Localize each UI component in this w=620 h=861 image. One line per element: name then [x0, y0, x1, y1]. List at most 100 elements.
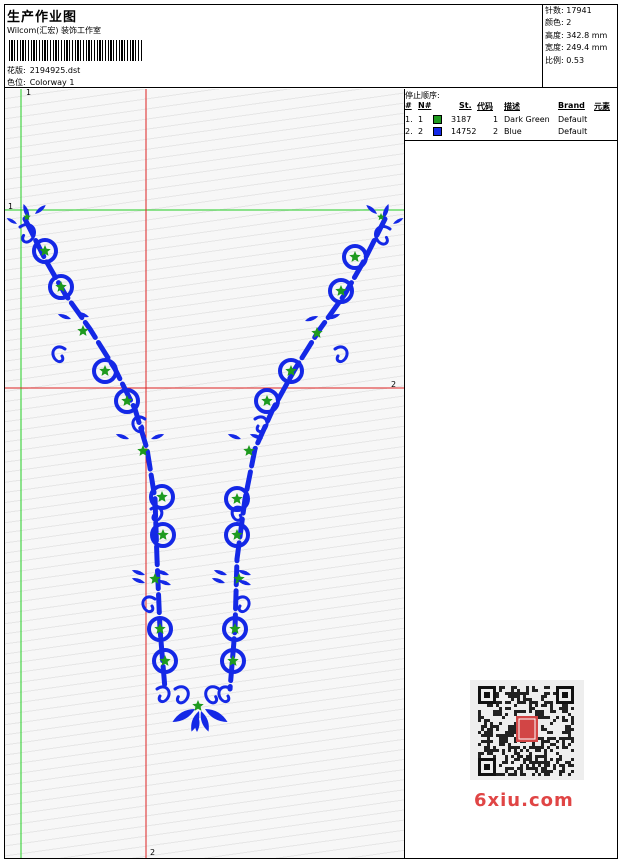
qr-module: [529, 707, 532, 710]
qr-module: [544, 764, 547, 767]
qr-module: [484, 746, 487, 749]
row-stitches: 14752: [451, 127, 477, 136]
qr-module: [508, 692, 511, 695]
qr-module: [502, 743, 505, 746]
qr-module: [511, 761, 514, 764]
qr-module: [553, 743, 556, 746]
qr-module: [499, 686, 502, 689]
qr-module: [508, 746, 511, 749]
qr-module: [529, 761, 532, 764]
qr-module: [541, 704, 544, 707]
qr-module: [562, 710, 565, 713]
qr-module: [535, 755, 538, 758]
curl-motif: [204, 685, 221, 705]
qr-module: [565, 719, 568, 722]
qr-module: [526, 755, 529, 758]
qr-module: [535, 689, 538, 692]
qr-module: [538, 773, 541, 776]
qr-module: [490, 734, 493, 737]
qr-module: [529, 746, 532, 749]
qr-module: [553, 719, 556, 722]
qr-module: [541, 695, 544, 698]
qr-module: [556, 746, 559, 749]
qr-module: [565, 761, 568, 764]
qr-module: [538, 749, 541, 752]
qr-module: [535, 758, 538, 761]
qr-module: [484, 740, 487, 743]
qr-module: [541, 767, 544, 770]
qr-module: [544, 773, 547, 776]
color-swatch: [433, 127, 442, 136]
qr-module: [517, 695, 520, 698]
qr-module: [541, 713, 544, 716]
qr-module: [493, 710, 496, 713]
qr-module: [517, 758, 520, 761]
qr-module: [532, 701, 535, 704]
qr-module: [541, 716, 544, 719]
qr-module: [499, 713, 502, 716]
design-file-value: 2194925.dst: [29, 66, 81, 75]
qr-module: [547, 764, 550, 767]
qr-module: [562, 770, 565, 773]
embroidery-arm-left: [6, 203, 178, 704]
watermark-text: 6xiu.com: [474, 790, 574, 811]
qr-module: [496, 692, 499, 695]
qr-module: [547, 773, 550, 776]
qr-module: [535, 761, 538, 764]
qr-module: [544, 749, 547, 752]
qr-module: [544, 761, 547, 764]
qr-module: [532, 746, 535, 749]
qr-module: [493, 746, 496, 749]
qr-module: [571, 722, 574, 725]
qr-module: [514, 749, 517, 752]
flower-motif: [99, 365, 111, 376]
qr-module: [541, 737, 544, 740]
qr-module: [505, 737, 508, 740]
qr-module: [526, 692, 529, 695]
leaf-motif: [131, 577, 145, 584]
qr-module: [511, 767, 514, 770]
qr-module: [481, 752, 484, 755]
qr-module: [517, 698, 520, 701]
qr-module: [502, 740, 505, 743]
curl-motif: [173, 685, 190, 705]
qr-module: [532, 707, 535, 710]
qr-module: [508, 767, 511, 770]
flower-motif: [231, 493, 243, 504]
qr-module: [511, 755, 514, 758]
qr-module: [565, 725, 568, 728]
qr-module: [565, 737, 568, 740]
qr-module: [523, 710, 526, 713]
qr-module: [505, 701, 508, 704]
qr-module: [523, 698, 526, 701]
row-brand: Default: [558, 115, 588, 124]
qr-module: [499, 737, 502, 740]
qr-module: [496, 713, 499, 716]
qr-module: [562, 731, 565, 734]
stat-value: 2: [566, 18, 572, 28]
qr-module: [544, 701, 547, 704]
qr-module: [517, 701, 520, 704]
qr-module: [568, 728, 571, 731]
stat-value: 17941: [566, 6, 592, 15]
qr-module: [547, 740, 550, 743]
qr-module: [541, 728, 544, 731]
qr-module: [520, 767, 523, 770]
qr-module: [490, 728, 493, 731]
flower-motif: [261, 395, 273, 406]
qr-module: [499, 734, 502, 737]
design-canvas[interactable]: 1 1 2 2: [5, 89, 405, 858]
qr-module: [505, 713, 508, 716]
qr-module: [538, 761, 541, 764]
qr-module: [541, 698, 544, 701]
qr-module: [502, 761, 505, 764]
qr-module: [487, 734, 490, 737]
qr-module: [559, 773, 562, 776]
qr-module: [520, 692, 523, 695]
qr-module: [502, 737, 505, 740]
qr-module: [541, 725, 544, 728]
qr-module: [490, 749, 493, 752]
qr-finder-dot: [484, 692, 490, 698]
qr-module: [550, 704, 553, 707]
qr-module: [505, 770, 508, 773]
